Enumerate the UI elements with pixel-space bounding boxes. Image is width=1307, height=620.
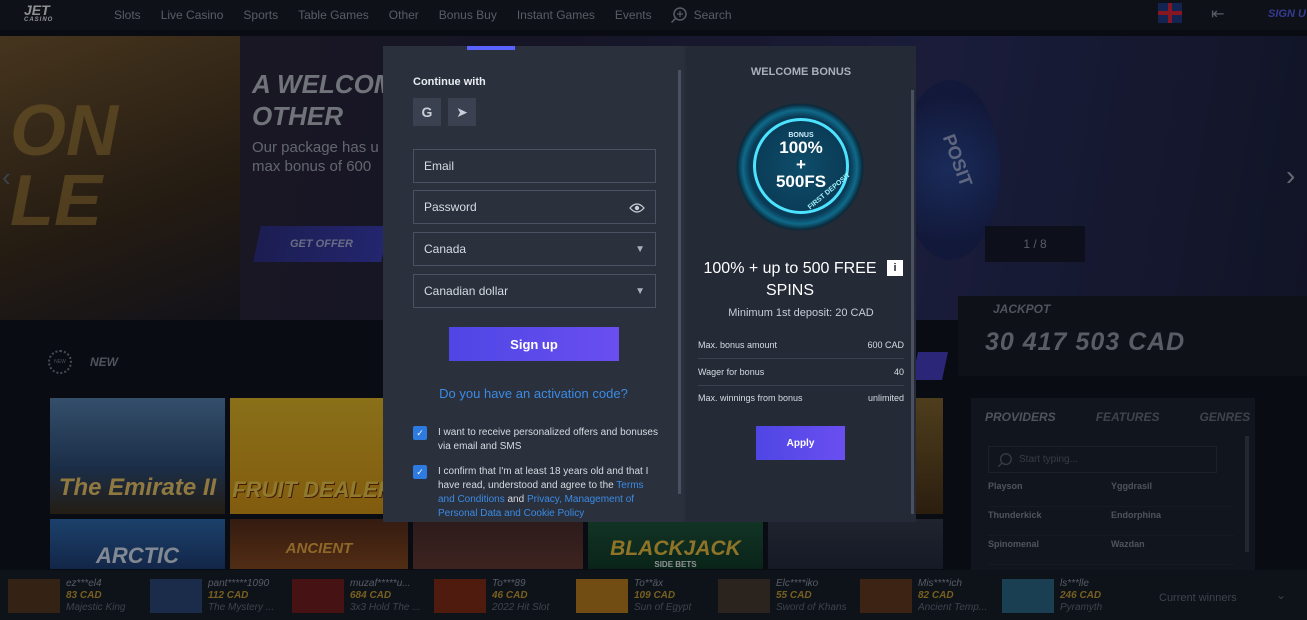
min-deposit-text: Minimum 1st deposit: 20 CAD xyxy=(728,307,874,319)
email-field[interactable] xyxy=(413,149,656,183)
country-value: Canada xyxy=(424,242,467,256)
bonus-row-max-amount: Max. bonus amount 600 CAD xyxy=(698,340,904,350)
bonus-badge-line1: 100% xyxy=(779,138,823,157)
bonus-row-label: Max. winnings from bonus xyxy=(698,393,803,403)
bonus-row-value: 600 CAD xyxy=(867,340,904,350)
country-select[interactable]: Canada ▼ xyxy=(413,232,656,266)
password-field[interactable] xyxy=(413,190,656,224)
welcome-bonus-title: WELCOME BONUS xyxy=(750,66,852,78)
consent-offers-row: ✓ I want to receive personalized offers … xyxy=(413,426,658,454)
bonus-scrollbar[interactable] xyxy=(911,90,914,514)
google-login-button[interactable]: G xyxy=(413,98,441,126)
telegram-login-button[interactable]: ➤ xyxy=(448,98,476,126)
consent-and: and xyxy=(504,494,527,505)
bonus-offer-text: 100% + up to 500 FREE SPINS xyxy=(703,260,877,299)
bonus-row-label: Max. bonus amount xyxy=(698,340,778,350)
bonus-badge-text: BONUS 100% + 500FS FIRST DEPOSIT xyxy=(753,132,852,211)
info-icon[interactable]: i xyxy=(887,260,903,276)
consent-age-row: ✓ I confirm that I'm at least 18 years o… xyxy=(413,465,658,521)
divider xyxy=(698,385,904,386)
chevron-down-icon: ▼ xyxy=(635,244,645,255)
bonus-row-value: 40 xyxy=(893,367,904,377)
email-input[interactable] xyxy=(424,159,614,173)
divider xyxy=(698,358,904,359)
chevron-down-icon: ▼ xyxy=(635,286,645,297)
form-scrollbar[interactable] xyxy=(678,70,681,494)
signup-button[interactable]: Sign up xyxy=(449,327,619,361)
apply-button[interactable]: Apply xyxy=(756,426,845,460)
modal-tab-indicator xyxy=(467,46,515,50)
continue-with-label: Continue with xyxy=(413,76,486,88)
password-input[interactable] xyxy=(424,200,614,214)
consent-age-checkbox[interactable]: ✓ xyxy=(413,465,427,479)
bonus-row-wager: Wager for bonus 40 xyxy=(698,367,904,377)
consent-offers-checkbox[interactable]: ✓ xyxy=(413,426,427,440)
currency-value: Canadian dollar xyxy=(424,284,509,298)
bonus-row-value: unlimited xyxy=(867,393,904,403)
telegram-icon: ➤ xyxy=(456,103,468,120)
consent-age-text: I confirm that I'm at least 18 years old… xyxy=(438,465,658,521)
currency-select[interactable]: Canadian dollar ▼ xyxy=(413,274,656,308)
bonus-row-label: Wager for bonus xyxy=(698,367,765,377)
google-icon: G xyxy=(421,104,433,120)
page: JET CASINO Slots Live Casino Sports Tabl… xyxy=(0,0,1307,620)
eye-icon[interactable] xyxy=(629,202,645,214)
bonus-badge-plus: + xyxy=(796,155,806,174)
activation-code-link[interactable]: Do you have an activation code? xyxy=(383,386,684,401)
bonus-row-max-winnings: Max. winnings from bonus unlimited xyxy=(698,393,904,403)
consent-offers-text: I want to receive personalized offers an… xyxy=(438,427,658,452)
